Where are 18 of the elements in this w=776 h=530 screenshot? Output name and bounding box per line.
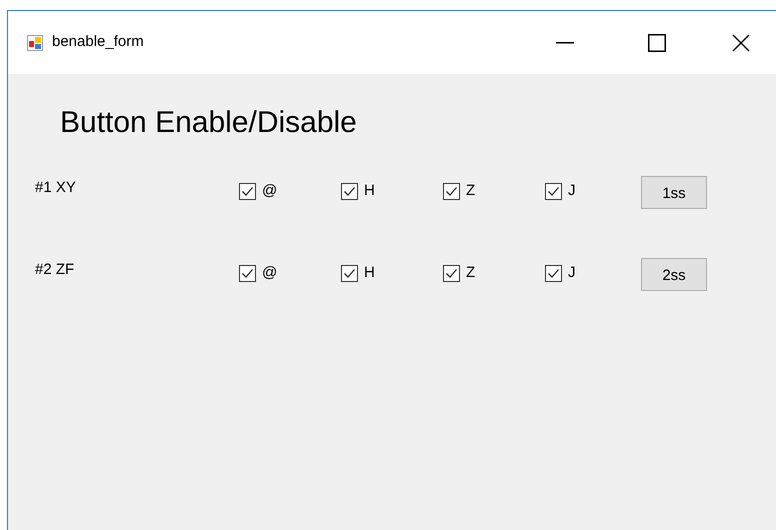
window-title: benable_form bbox=[52, 32, 144, 52]
checkbox[interactable]: H bbox=[341, 180, 375, 202]
checkbox[interactable]: Z bbox=[443, 262, 476, 284]
close-icon bbox=[732, 34, 750, 52]
checkbox[interactable]: Z bbox=[443, 180, 476, 202]
checkbox[interactable]: J bbox=[545, 262, 576, 284]
minimize-icon bbox=[556, 42, 574, 44]
row-label: #2 ZF bbox=[35, 260, 76, 280]
row-label: #1 XY bbox=[35, 178, 77, 198]
form-heading: Button Enable/Disable bbox=[60, 108, 358, 138]
checkbox[interactable]: @ bbox=[239, 262, 278, 284]
maximize-icon bbox=[648, 34, 666, 52]
row-button[interactable]: 1ss bbox=[641, 176, 707, 208]
checkbox[interactable]: H bbox=[341, 262, 375, 284]
row-button[interactable]: 2ss bbox=[641, 258, 707, 290]
app-icon bbox=[27, 34, 43, 50]
checkbox[interactable]: @ bbox=[239, 180, 278, 202]
checkbox[interactable]: J bbox=[545, 180, 576, 202]
